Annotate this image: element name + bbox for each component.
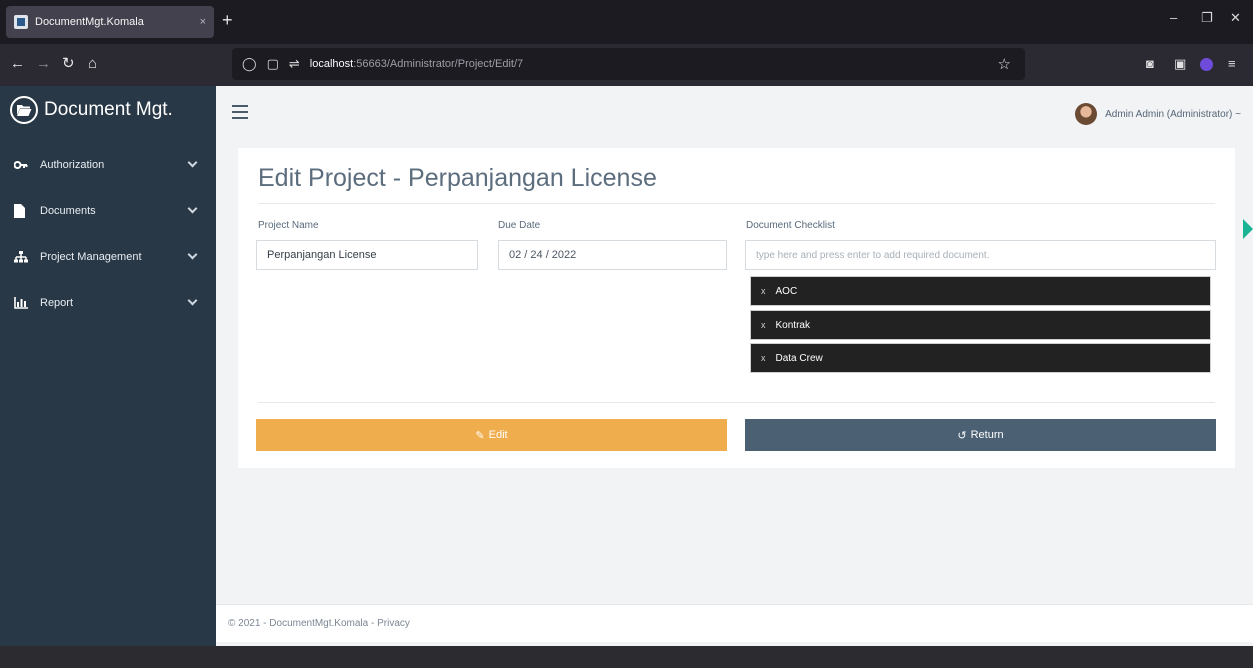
browser-tab[interactable]: DocumentMgt.Komala × [6, 6, 214, 38]
sidebar-item-project-management[interactable]: Project Management [0, 234, 216, 280]
due-date-label: Due Date [498, 220, 541, 231]
reload-icon[interactable]: ↻ [62, 54, 75, 74]
home-icon[interactable]: ⌂ [88, 54, 97, 74]
remove-tag-icon[interactable]: x [761, 286, 766, 296]
project-name-input[interactable]: Perpanjangan License [256, 240, 478, 270]
return-button[interactable]: ↺ Return [745, 419, 1216, 451]
chevron-down-icon [187, 295, 198, 306]
tag-label: AOC [775, 285, 798, 297]
top-navbar: Admin Admin (Administrator) ~ [216, 86, 1253, 140]
back-icon[interactable]: ← [10, 54, 25, 74]
folder-open-icon [10, 96, 38, 124]
sidebar-item-authorization[interactable]: Authorization [0, 142, 216, 188]
tab-close-icon[interactable]: × [200, 16, 206, 28]
favicon-icon [14, 15, 28, 29]
key-icon [14, 160, 32, 170]
sitemap-icon [14, 251, 32, 263]
bar-chart-icon [14, 297, 32, 309]
sidebar-item-label: Report [40, 297, 74, 309]
bottom-strip [0, 646, 1253, 668]
pocket-icon[interactable]: ◙ [1146, 56, 1154, 71]
tab-title: DocumentMgt.Komala [35, 16, 144, 28]
footer: © 2021 - DocumentMgt.Komala - Privacy [216, 604, 1253, 642]
browser-tab-bar: DocumentMgt.Komala × + – ❐ ✕ [0, 0, 1253, 44]
due-date-input[interactable]: 02 / 24 / 2022 [498, 240, 727, 270]
url-host: localhost [309, 58, 354, 70]
close-window-button[interactable]: ✕ [1230, 10, 1241, 26]
document-checklist-label: Document Checklist [746, 220, 835, 231]
user-name: Admin Admin (Administrator) ~ [1105, 108, 1241, 120]
hamburger-menu-icon[interactable] [232, 105, 248, 119]
form-divider [258, 402, 1215, 403]
edit-icon: ✎ [475, 429, 485, 442]
tag-label: Kontrak [775, 319, 810, 331]
checklist-tag: x Data Crew [750, 343, 1211, 373]
url-path: :56663/Administrator/Project/Edit/7 [353, 58, 524, 70]
shield-icon[interactable]: ◯ [242, 56, 257, 72]
checklist-tag: x Kontrak [750, 310, 1211, 340]
url-bar[interactable]: ◯ ▢ ⇌ localhost :56663/Administrator/Pro… [232, 48, 1025, 80]
sidebar-item-label: Project Management [40, 251, 142, 263]
edit-button[interactable]: ✎ Edit [256, 419, 727, 451]
bookmark-star-icon[interactable]: ☆ [998, 55, 1011, 73]
title-divider [258, 203, 1215, 204]
sidebar-item-documents[interactable]: Documents [0, 188, 216, 234]
brand-name: Document Mgt. [44, 99, 173, 120]
sidebar-toggle-icon[interactable]: ▣ [1174, 56, 1186, 72]
page-icon[interactable]: ▢ [267, 56, 279, 72]
extension-icon[interactable] [1200, 58, 1213, 71]
sidebar: Document Mgt. Authorization Documents Pr… [0, 86, 216, 646]
tag-label: Data Crew [775, 352, 823, 364]
edit-button-label: Edit [488, 429, 508, 441]
chevron-down-icon [187, 203, 198, 214]
sidebar-item-label: Documents [40, 205, 96, 217]
remove-tag-icon[interactable]: x [761, 320, 766, 330]
minimize-button[interactable]: – [1170, 10, 1177, 25]
sidebar-menu: Authorization Documents Project Manageme… [0, 142, 216, 326]
project-name-label: Project Name [258, 220, 319, 231]
sidebar-item-label: Authorization [40, 159, 105, 171]
chevron-down-icon [187, 157, 198, 168]
sidebar-item-report[interactable]: Report [0, 280, 216, 326]
edit-project-card: Edit Project - Perpanjangan License Proj… [238, 148, 1235, 468]
new-tab-button[interactable]: + [222, 10, 233, 30]
menu-icon[interactable]: ≡ [1228, 56, 1236, 71]
permissions-icon[interactable]: ⇌ [289, 56, 300, 72]
return-button-label: Return [970, 429, 1004, 441]
app: Document Mgt. Authorization Documents Pr… [0, 86, 1253, 646]
chevron-down-icon [187, 249, 198, 260]
brand[interactable]: Document Mgt. [10, 94, 173, 126]
maximize-button[interactable]: ❐ [1201, 10, 1213, 26]
document-checklist-input[interactable]: type here and press enter to add require… [745, 240, 1216, 270]
caret-right-icon[interactable] [1243, 219, 1253, 239]
forward-icon[interactable]: → [36, 54, 51, 74]
remove-tag-icon[interactable]: x [761, 353, 766, 363]
file-icon [14, 204, 32, 218]
page-title: Edit Project - Perpanjangan License [258, 164, 657, 192]
checklist-tag: x AOC [750, 276, 1211, 306]
user-menu[interactable]: Admin Admin (Administrator) ~ [1075, 103, 1241, 125]
undo-icon: ↺ [957, 429, 967, 442]
avatar [1075, 103, 1098, 125]
footer-text: © 2021 - DocumentMgt.Komala - Privacy [228, 618, 410, 629]
